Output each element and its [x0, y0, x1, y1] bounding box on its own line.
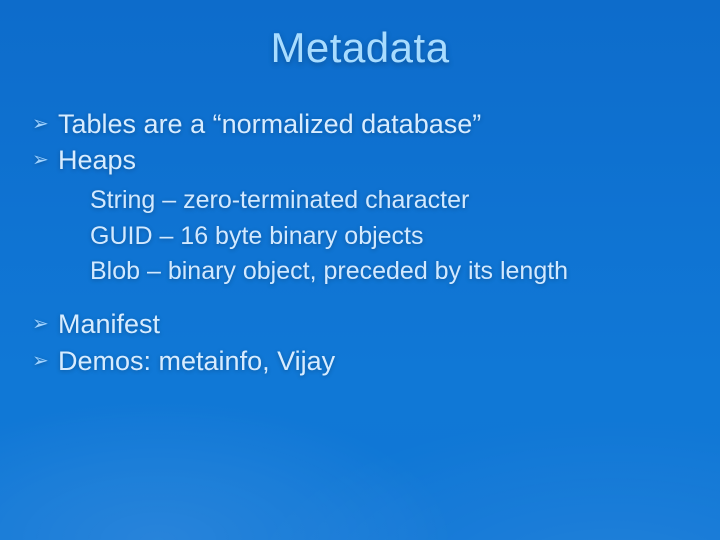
slide-title: Metadata	[0, 0, 720, 72]
sub-item-guid: GUID – 16 byte binary objects	[90, 219, 688, 255]
bullet-text: Heaps	[58, 142, 688, 178]
bullet-text: Demos: metainfo, Vijay	[58, 343, 688, 379]
bullet-manifest: ➢ Manifest	[32, 306, 688, 342]
sub-item-string: String – zero-terminated character	[90, 183, 688, 219]
bullet-heaps: ➢ Heaps	[32, 142, 688, 178]
chevron-right-icon: ➢	[32, 106, 58, 142]
chevron-right-icon: ➢	[32, 343, 58, 379]
chevron-right-icon: ➢	[32, 306, 58, 342]
chevron-right-icon: ➢	[32, 142, 58, 178]
slide-body: ➢ Tables are a “normalized database” ➢ H…	[0, 72, 720, 379]
bullet-demos: ➢ Demos: metainfo, Vijay	[32, 343, 688, 379]
sub-item-blob: Blob – binary object, preceded by its le…	[90, 254, 688, 290]
bullet-text: Manifest	[58, 306, 688, 342]
heaps-sublist: String – zero-terminated character GUID …	[32, 179, 688, 300]
bullet-tables: ➢ Tables are a “normalized database”	[32, 106, 688, 142]
bullet-text: Tables are a “normalized database”	[58, 106, 688, 142]
